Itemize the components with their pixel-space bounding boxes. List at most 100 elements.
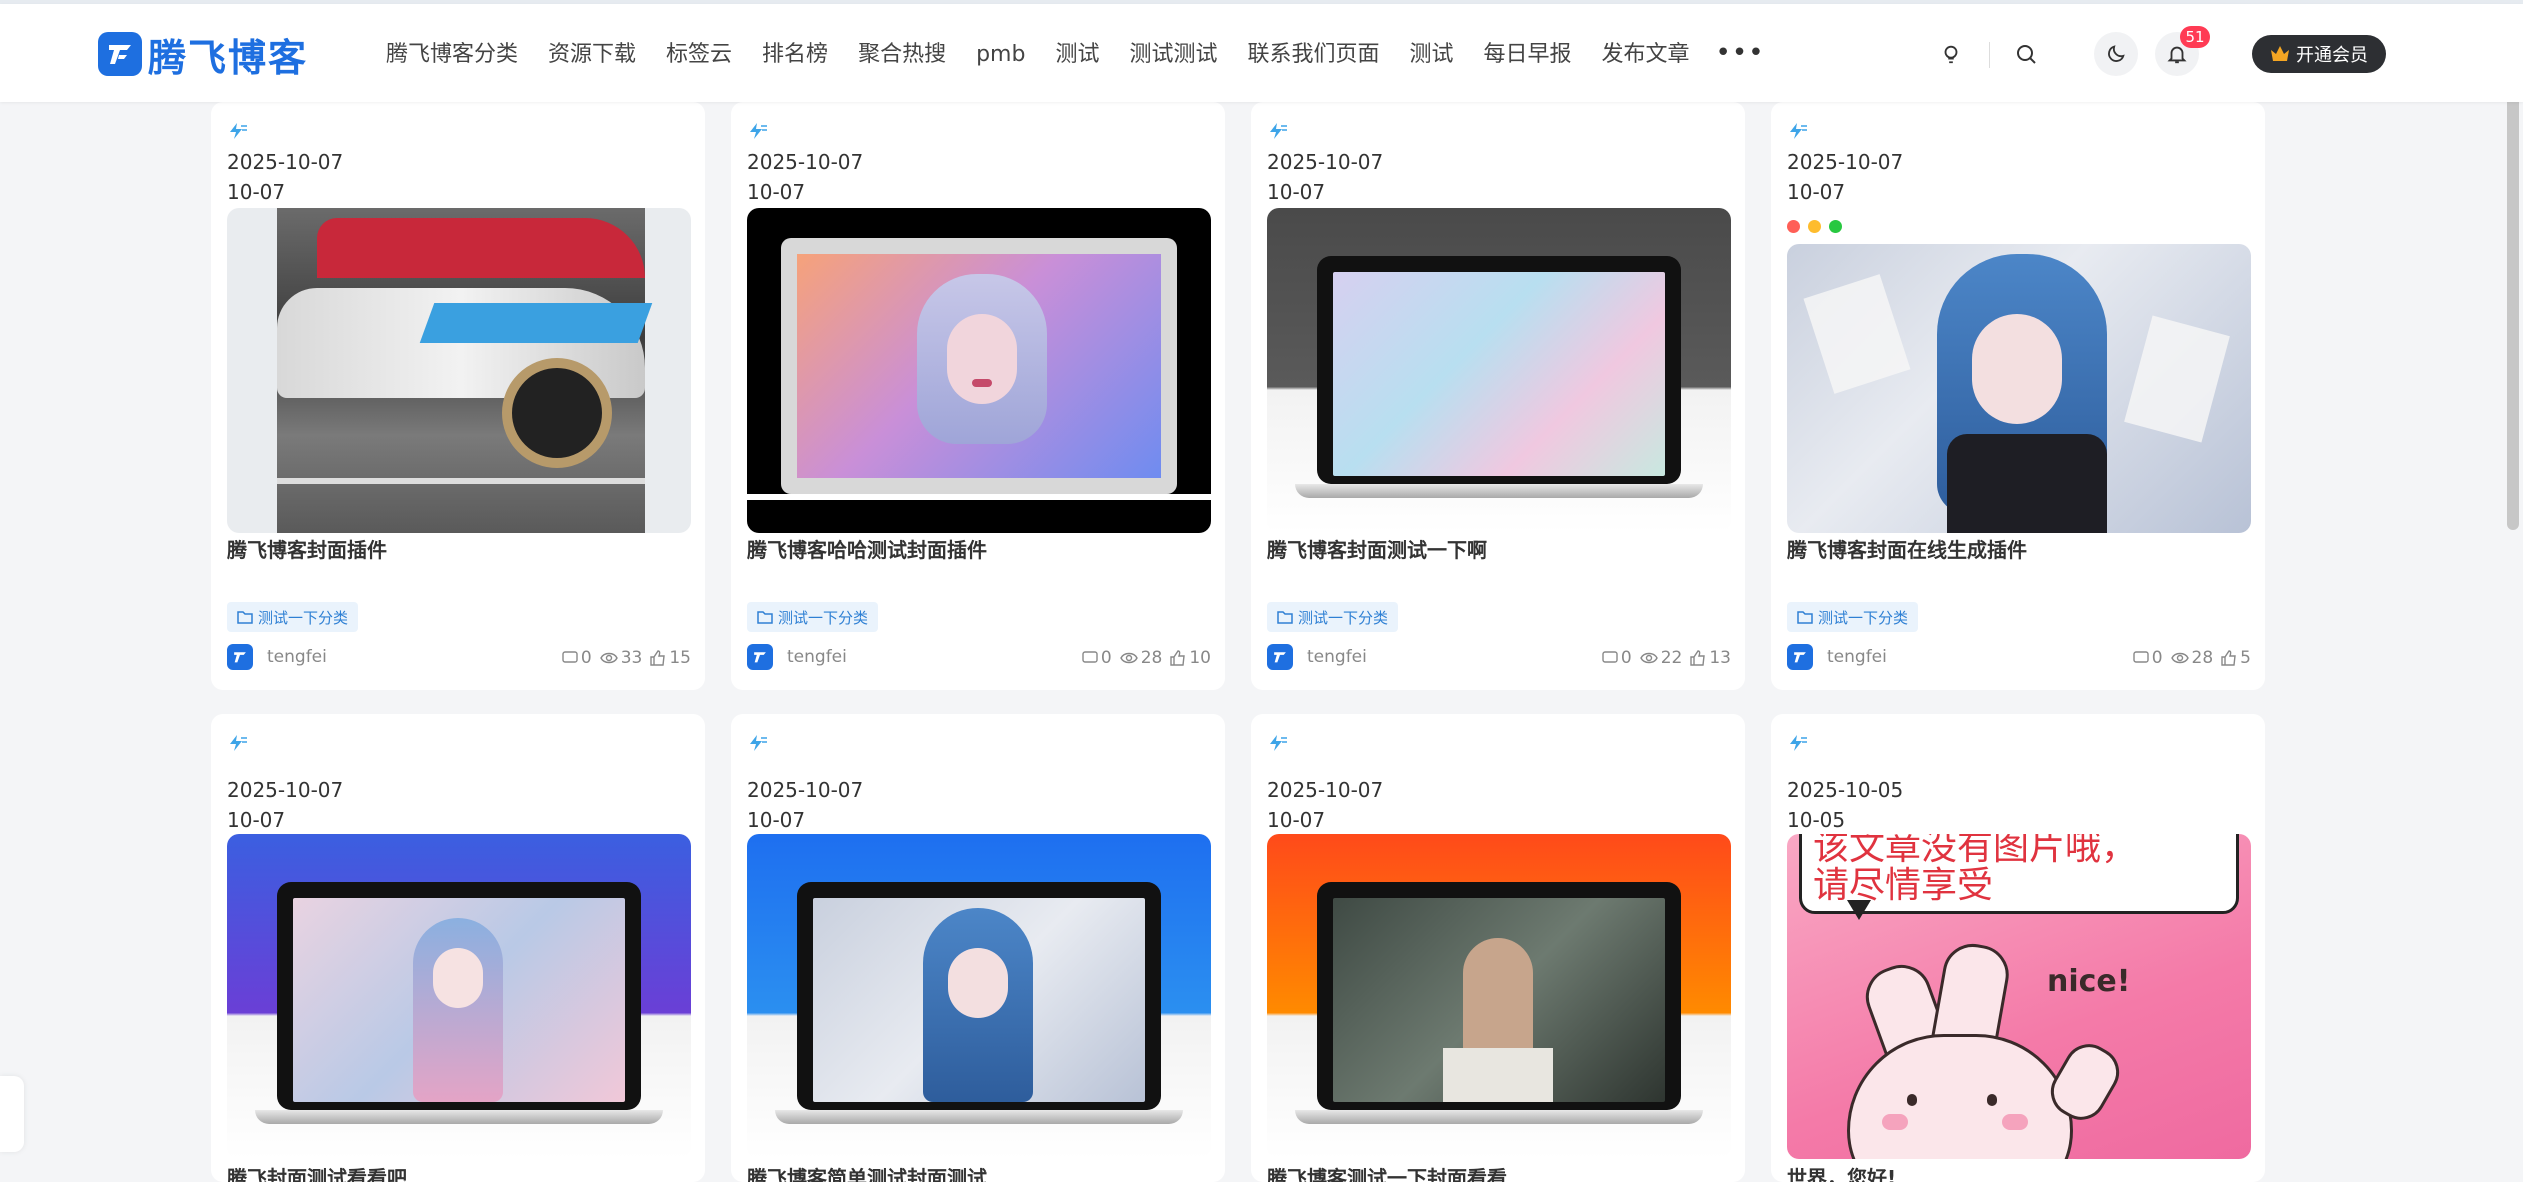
post-title[interactable]: 腾飞博客简单测试封面测试 [747,1162,987,1182]
post-stats: 0 28 5 [2133,648,2251,668]
lightning-icon [750,123,767,139]
post-short-date: 10-07 [1267,180,1326,204]
post-date: 2025-10-07 [227,150,344,174]
nav-item-pmb[interactable]: pmb [976,38,1025,72]
header-divider [1989,42,1990,68]
post-short-date: 10-07 [1267,808,1326,832]
category-tag[interactable]: 测试一下分类 [227,602,359,632]
nav-item-downloads[interactable]: 资源下载 [548,38,636,72]
view-count: 28 [1140,648,1163,668]
nav-item-contact[interactable]: 联系我们页面 [1247,38,1379,72]
nav-item-publish[interactable]: 发布文章 [1602,38,1690,72]
category-tag[interactable]: 测试一下分类 [747,602,879,632]
post-cover-image[interactable]: 该文章没有图片哦， 请尽情享受 nice! [1787,834,2251,1159]
post-title[interactable]: 世界，您好! [1787,1162,1896,1182]
nav-item-daily-news[interactable]: 每日早报 [1484,38,1572,72]
vip-label: 开通会员 [2296,45,2368,66]
post-date: 2025-10-07 [747,778,864,802]
post-card[interactable]: 2025-10-05 10-05 该文章没有图片哦， 请尽情享受 nice! 世… [1771,714,2265,1182]
logo-text: 腾飞博客 [148,35,309,80]
post-cover-image[interactable] [227,834,691,1159]
post-title[interactable]: 腾飞博客封面插件 [227,534,387,563]
lightning-icon [1270,123,1287,139]
nav-item-test[interactable]: 测试 [1055,38,1099,72]
vip-button[interactable]: 开通会员 [2252,35,2386,73]
post-short-date: 10-05 [1787,808,1846,832]
comment-icon [562,651,578,663]
window-dots [1787,220,1842,233]
category-tag[interactable]: 测试一下分类 [1267,602,1399,632]
post-cover-image[interactable] [1787,244,2251,533]
post-date: 2025-10-07 [747,150,864,174]
category-label: 测试一下分类 [778,608,869,627]
post-cover-image[interactable] [1267,208,1731,533]
post-card[interactable]: 2025-10-07 10-07 腾飞博客封面测试一下啊 测试一下分类 teng… [1251,102,1745,690]
view-count: 22 [1660,648,1683,668]
logo-mark-icon [98,32,142,76]
lightning-icon [1270,735,1287,751]
avatar [1787,644,1813,670]
post-stats: 0 33 15 [562,648,691,668]
thumbs-up-icon [650,650,666,666]
post-cover-image[interactable] [747,834,1211,1159]
post-card[interactable]: 2025-10-07 10-07 腾飞博客哈哈测试封面插件 测试一下分类 ten… [731,102,1225,690]
post-title[interactable]: 腾飞博客封面测试一下啊 [1267,534,1487,563]
post-author[interactable]: tengfei [1267,644,1367,670]
post-author[interactable]: tengfei [227,644,327,670]
nav-item-test-2[interactable]: 测试 [1410,38,1454,72]
like-count: 13 [1709,648,1731,668]
category-tag[interactable]: 测试一下分类 [1787,602,1919,632]
post-cover-image[interactable] [1267,834,1731,1159]
side-float-tab[interactable] [0,1076,24,1152]
post-author[interactable]: tengfei [747,644,847,670]
post-card[interactable]: 2025-10-07 10-07 腾飞博客封面在线生成插件 测试一下分类 ten… [1771,102,2265,690]
eye-icon [1639,652,1658,664]
nav-item-hot-search[interactable]: 聚合热搜 [858,38,946,72]
site-logo[interactable]: 腾飞博客 [98,28,308,80]
moon-icon [2108,45,2125,62]
post-title[interactable]: 腾飞博客封面在线生成插件 [1787,534,2027,563]
post-title[interactable]: 腾飞博客哈哈测试封面插件 [747,534,987,563]
post-title[interactable]: 腾飞封面测试看看吧 [227,1162,407,1182]
post-short-date: 10-07 [747,180,806,204]
eye-icon [599,652,618,664]
main-nav: 腾飞博客分类 资源下载 标签云 排名榜 聚合热搜 pmb 测试 测试测试 联系我… [386,38,1795,72]
author-name: tengfei [1827,647,1887,667]
nav-more-button[interactable]: ••• [1716,38,1765,72]
thumbs-up-icon [2221,650,2236,666]
post-short-date: 10-07 [1787,180,1846,204]
nav-item-category[interactable]: 腾飞博客分类 [386,38,518,72]
comment-count: 0 [2151,648,2163,668]
comment-count: 0 [580,648,592,668]
search-icon[interactable] [2010,38,2042,70]
lightning-icon [1790,123,1807,139]
post-card[interactable]: 2025-10-07 10-07 腾飞博客测试一下封面看看 [1251,714,1745,1182]
category-label: 测试一下分类 [1298,608,1389,627]
post-short-date: 10-07 [227,808,286,832]
post-cover-image[interactable] [747,208,1211,533]
lightbulb-icon[interactable] [1935,38,1967,70]
nav-item-test-test[interactable]: 测试测试 [1129,38,1217,72]
post-stats: 0 22 13 [1602,648,1731,668]
cover-text: 请尽情享受 [1813,865,1994,906]
post-card[interactable]: 2025-10-07 10-07 腾飞博客封面插件 测试一下分类 tengfei… [211,102,705,690]
page-scrollbar[interactable] [2507,80,2519,530]
dark-mode-toggle[interactable] [2094,32,2138,76]
post-card[interactable]: 2025-10-07 10-07 腾飞封面测试看看吧 [211,714,705,1182]
post-date: 2025-10-07 [1267,150,1384,174]
like-count: 10 [1189,648,1211,668]
post-date: 2025-10-07 [227,778,344,802]
folder-icon [1797,611,1813,624]
post-card[interactable]: 2025-10-07 10-07 腾飞博客简单测试封面测试 [731,714,1225,1182]
post-title[interactable]: 腾飞博客测试一下封面看看 [1267,1162,1507,1182]
avatar [1267,644,1293,670]
post-date: 2025-10-07 [1267,778,1384,802]
like-count: 15 [669,648,691,668]
post-short-date: 10-07 [747,808,806,832]
nav-item-ranking[interactable]: 排名榜 [762,38,828,72]
post-date: 2025-10-05 [1787,778,1904,802]
post-cover-image[interactable] [227,208,691,533]
post-author[interactable]: tengfei [1787,644,1887,670]
nav-item-tag-cloud[interactable]: 标签云 [666,38,732,72]
comment-count: 0 [1620,648,1632,668]
